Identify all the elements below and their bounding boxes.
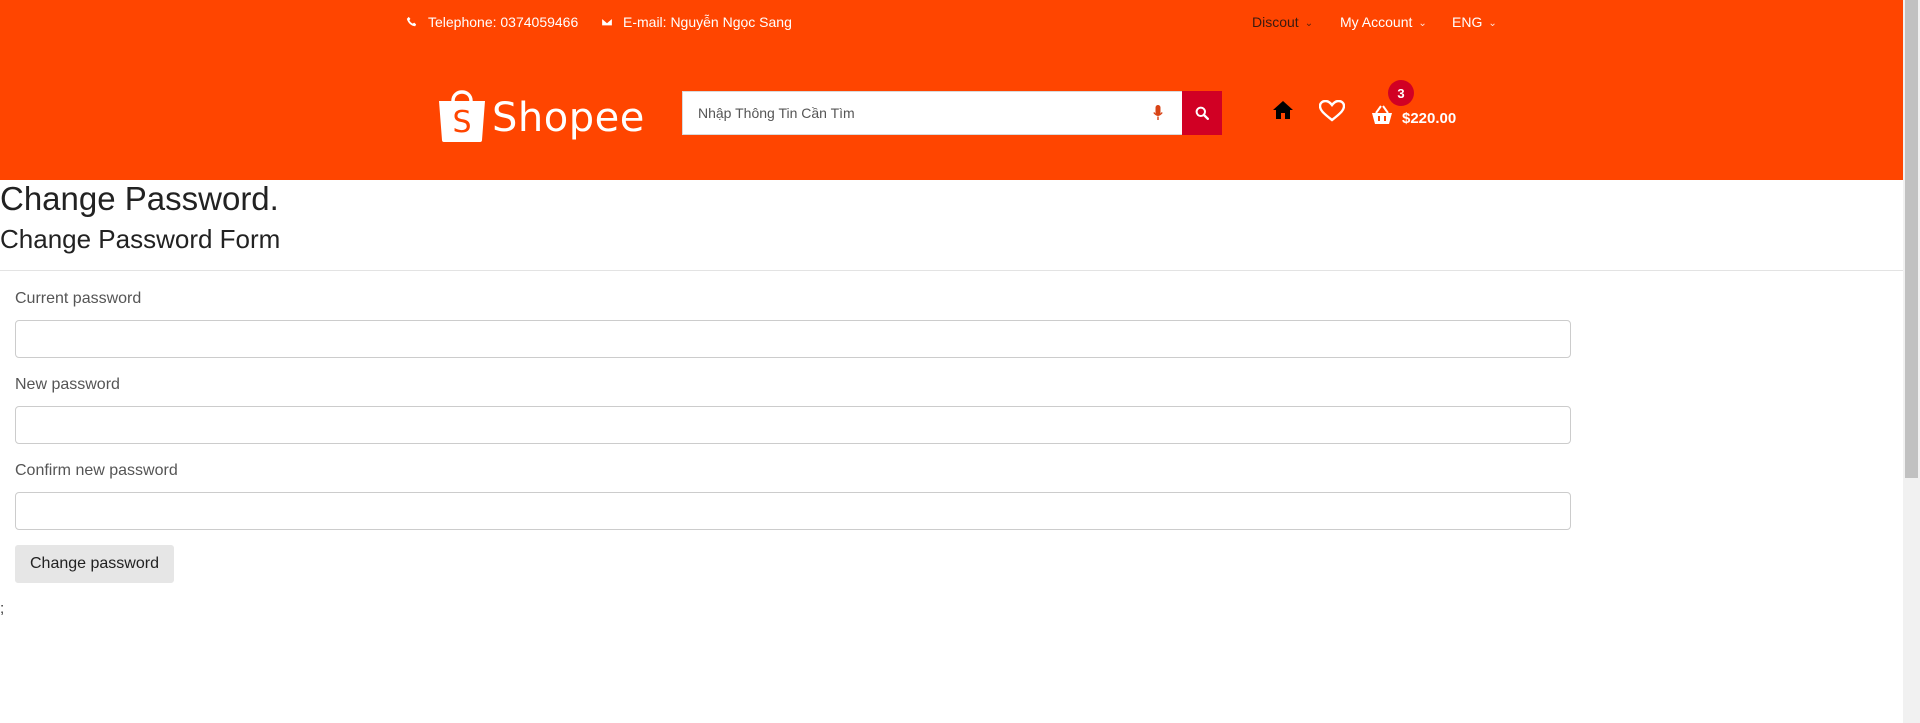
cart-icon xyxy=(1372,104,1392,124)
current-password-input[interactable] xyxy=(15,320,1571,358)
shopping-bag-logo: S xyxy=(439,90,485,142)
page-title: Change Password. xyxy=(0,180,279,217)
vertical-scrollbar[interactable] xyxy=(1903,0,1920,723)
change-password-button[interactable]: Change password xyxy=(15,545,174,583)
chevron-down-icon: ⌄ xyxy=(1304,18,1314,29)
search-icon xyxy=(1195,106,1209,120)
confirm-password-label: Confirm new password xyxy=(15,462,178,479)
my-account-menu[interactable]: My Account ⌄ xyxy=(1340,14,1427,30)
chevron-down-icon: ⌄ xyxy=(1418,18,1427,29)
envelope-icon xyxy=(601,17,613,27)
scrollbar-thumb[interactable] xyxy=(1905,0,1918,478)
discount-label: Discout xyxy=(1252,14,1299,30)
search-input[interactable] xyxy=(682,91,1182,135)
language-menu[interactable]: ENG ⌄ xyxy=(1452,14,1497,30)
chevron-down-icon: ⌄ xyxy=(1488,18,1497,29)
trailing-text: ; xyxy=(0,600,5,617)
microphone-icon[interactable] xyxy=(1153,105,1163,121)
cart-total: $220.00 xyxy=(1402,110,1457,127)
search-button[interactable] xyxy=(1182,91,1222,135)
home-icon[interactable] xyxy=(1272,100,1294,120)
form-title: Change Password Form xyxy=(0,224,281,254)
telephone-text: Telephone: 0374059466 xyxy=(428,14,579,30)
phone-contact[interactable]: Telephone: 0374059466 xyxy=(406,14,578,30)
cart-button[interactable]: $220.00 xyxy=(1370,102,1456,127)
logo-letter: S xyxy=(452,105,471,140)
new-password-label: New password xyxy=(15,376,120,393)
top-bar: Telephone: 0374059466 E-mail: Nguyễn Ngọ… xyxy=(0,0,1903,46)
search-bar xyxy=(682,91,1222,135)
language-label: ENG xyxy=(1452,14,1483,30)
site-header: Telephone: 0374059466 E-mail: Nguyễn Ngọ… xyxy=(0,0,1903,180)
confirm-password-input[interactable] xyxy=(15,492,1571,530)
current-password-label: Current password xyxy=(15,290,142,307)
cart-count-badge: 3 xyxy=(1388,80,1414,106)
discount-menu[interactable]: Discout ⌄ xyxy=(1252,14,1313,30)
heart-icon[interactable] xyxy=(1319,100,1345,122)
phone-icon xyxy=(406,16,417,27)
email-text: E-mail: Nguyễn Ngọc Sang xyxy=(623,14,792,30)
my-account-label: My Account xyxy=(1340,14,1413,30)
shopee-logo[interactable]: S Shopee xyxy=(436,85,645,143)
new-password-input[interactable] xyxy=(15,406,1571,444)
email-contact[interactable]: E-mail: Nguyễn Ngọc Sang xyxy=(601,14,792,30)
divider xyxy=(0,270,1903,271)
logo-text: Shopee xyxy=(492,95,645,141)
